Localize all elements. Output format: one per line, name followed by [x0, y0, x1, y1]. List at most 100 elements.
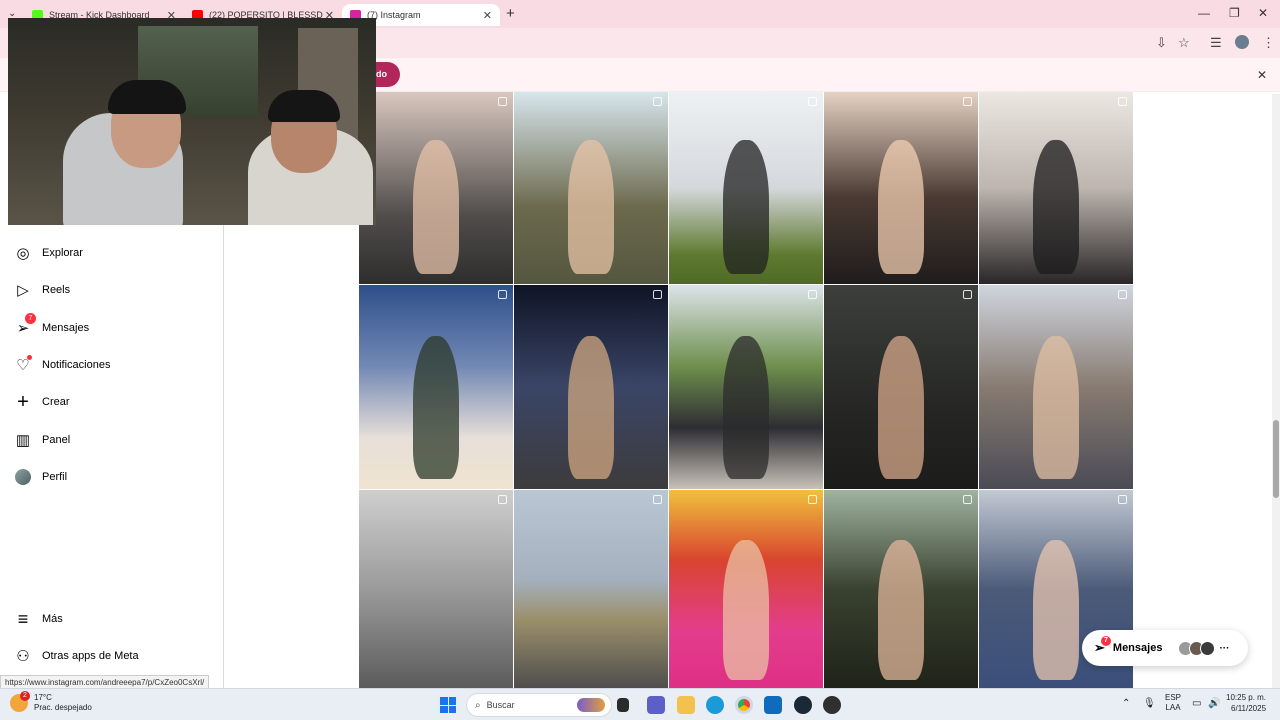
webcam-overlay — [8, 18, 376, 225]
edge-icon[interactable] — [706, 696, 724, 714]
post-grid — [359, 92, 1134, 688]
search-placeholder: Buscar — [486, 700, 515, 710]
post-thumbnail[interactable] — [824, 285, 978, 489]
close-infobar-icon[interactable]: ✕ — [1257, 68, 1267, 82]
file-explorer-icon[interactable] — [677, 696, 695, 714]
language-line-1: ESP — [1165, 693, 1182, 702]
cap-icon — [108, 80, 186, 114]
post-thumbnail[interactable] — [979, 285, 1133, 489]
search-highlight-icon — [577, 698, 605, 712]
page-scrollbar[interactable] — [1272, 94, 1280, 688]
nav-label: Reels — [42, 284, 71, 296]
tray-chevron-icon[interactable]: ⌃ — [1122, 698, 1130, 709]
nav-notificaciones[interactable]: ♡ Notificaciones — [14, 353, 110, 377]
nav-explorar[interactable]: ◎ Explorar — [14, 241, 83, 265]
multi-post-icon — [498, 97, 507, 106]
new-tab-button[interactable]: + — [506, 5, 515, 22]
post-thumbnail[interactable] — [669, 490, 823, 688]
unread-badge: 7 — [1101, 636, 1111, 646]
post-thumbnail[interactable] — [669, 285, 823, 489]
notification-dot — [27, 355, 32, 360]
microphone-icon[interactable]: 🎙 — [1143, 698, 1156, 709]
task-view-icon[interactable] — [617, 698, 629, 712]
minimize-icon[interactable]: — — [1198, 6, 1210, 20]
nav-label: Más — [42, 613, 63, 625]
language-indicator[interactable]: ESP LAA — [1165, 693, 1181, 713]
close-tab-icon[interactable]: ✕ — [483, 9, 492, 22]
date: 6/11/2025 — [1231, 704, 1267, 713]
search-icon: ⌕ — [475, 699, 481, 711]
messenger-icon: ➢ 7 — [1094, 636, 1111, 656]
post-thumbnail[interactable] — [514, 285, 668, 489]
store-icon[interactable] — [764, 696, 782, 714]
post-subject — [412, 336, 460, 479]
chrome-icon[interactable] — [735, 696, 753, 714]
menu-icon: ≡ — [17, 608, 29, 629]
post-thumbnail[interactable] — [514, 92, 668, 284]
nav-reels[interactable]: ▷ Reels — [14, 278, 70, 302]
nav-perfil[interactable]: Perfil — [14, 465, 67, 489]
messages-label: Mensajes — [1112, 642, 1163, 654]
post-subject — [877, 336, 925, 479]
post-subject — [722, 140, 770, 275]
weather-sun-icon: 2 — [10, 691, 30, 712]
volume-icon[interactable]: 🔊 — [1208, 698, 1220, 709]
nav-label: Perfil — [42, 471, 68, 483]
status-url: https://www.instagram.com/andreeepa7/p/C… — [0, 675, 210, 689]
post-subject — [567, 140, 615, 275]
post-subject — [877, 140, 925, 275]
language-line-2: LAA — [1165, 703, 1181, 712]
post-subject — [877, 540, 925, 680]
post-thumbnail[interactable] — [514, 490, 668, 688]
nav-mensajes[interactable]: ➢ 7 Mensajes — [14, 313, 90, 340]
multi-post-icon — [1118, 97, 1127, 106]
steam-icon[interactable] — [794, 696, 812, 714]
multi-post-icon — [808, 97, 817, 106]
install-app-icon[interactable]: ⇩ — [1156, 35, 1167, 51]
message-avatars — [1178, 640, 1216, 656]
close-window-icon[interactable]: ✕ — [1258, 6, 1268, 20]
multi-post-icon — [653, 495, 662, 504]
bookmark-star-icon[interactable]: ☆ — [1178, 35, 1190, 51]
post-subject — [412, 140, 460, 275]
multi-post-icon — [963, 495, 972, 504]
multi-post-icon — [653, 290, 662, 299]
post-subject — [1032, 336, 1080, 479]
menu-kebab-icon[interactable]: ⋮ — [1262, 35, 1275, 51]
taskbar-search[interactable]: ⌕ Buscar — [466, 693, 612, 717]
media-control-icon[interactable]: ☰ — [1210, 35, 1222, 51]
post-thumbnail[interactable] — [824, 92, 978, 284]
time: 10:25 p. m. — [1226, 693, 1267, 702]
post-thumbnail[interactable] — [979, 92, 1133, 284]
display-icon[interactable]: ▭ — [1192, 698, 1201, 709]
compass-icon: ◎ — [16, 245, 30, 262]
multi-post-icon — [498, 495, 507, 504]
nav-panel[interactable]: ▥ Panel — [14, 428, 70, 452]
messages-pill[interactable]: ➢ 7 Mensajes ··· — [1082, 630, 1248, 666]
nav-mas[interactable]: ≡ Más — [14, 607, 63, 631]
weather-widget[interactable]: 2 17°C Prac. despejado — [10, 691, 92, 713]
restore-icon[interactable]: ❐ — [1229, 6, 1240, 20]
profile-avatar — [15, 469, 31, 485]
nav-crear[interactable]: + Crear — [14, 390, 70, 414]
scrollbar-thumb[interactable] — [1273, 420, 1279, 498]
post-thumbnail[interactable] — [359, 490, 513, 688]
multi-post-icon — [963, 290, 972, 299]
url-field[interactable] — [376, 31, 1146, 55]
teams-icon[interactable] — [647, 696, 665, 714]
obs-icon[interactable] — [823, 696, 841, 714]
post-thumbnail[interactable] — [824, 490, 978, 688]
clock[interactable]: 10:25 p. m. 6/11/2025 — [1226, 692, 1266, 714]
post-thumbnail[interactable] — [669, 92, 823, 284]
nav-otras-apps[interactable]: ⚇ Otras apps de Meta — [14, 644, 139, 668]
nav-label: Mensajes — [42, 322, 90, 334]
nav-label: Crear — [42, 396, 70, 408]
nav-label: Otras apps de Meta — [42, 650, 139, 662]
start-button[interactable] — [440, 697, 456, 713]
nav-label: Panel — [42, 434, 71, 446]
post-thumbnail[interactable] — [359, 285, 513, 489]
more-icon[interactable]: ··· — [1219, 643, 1229, 654]
profile-avatar[interactable] — [1235, 35, 1249, 49]
multi-post-icon — [1118, 495, 1127, 504]
post-thumbnail[interactable] — [359, 92, 513, 284]
